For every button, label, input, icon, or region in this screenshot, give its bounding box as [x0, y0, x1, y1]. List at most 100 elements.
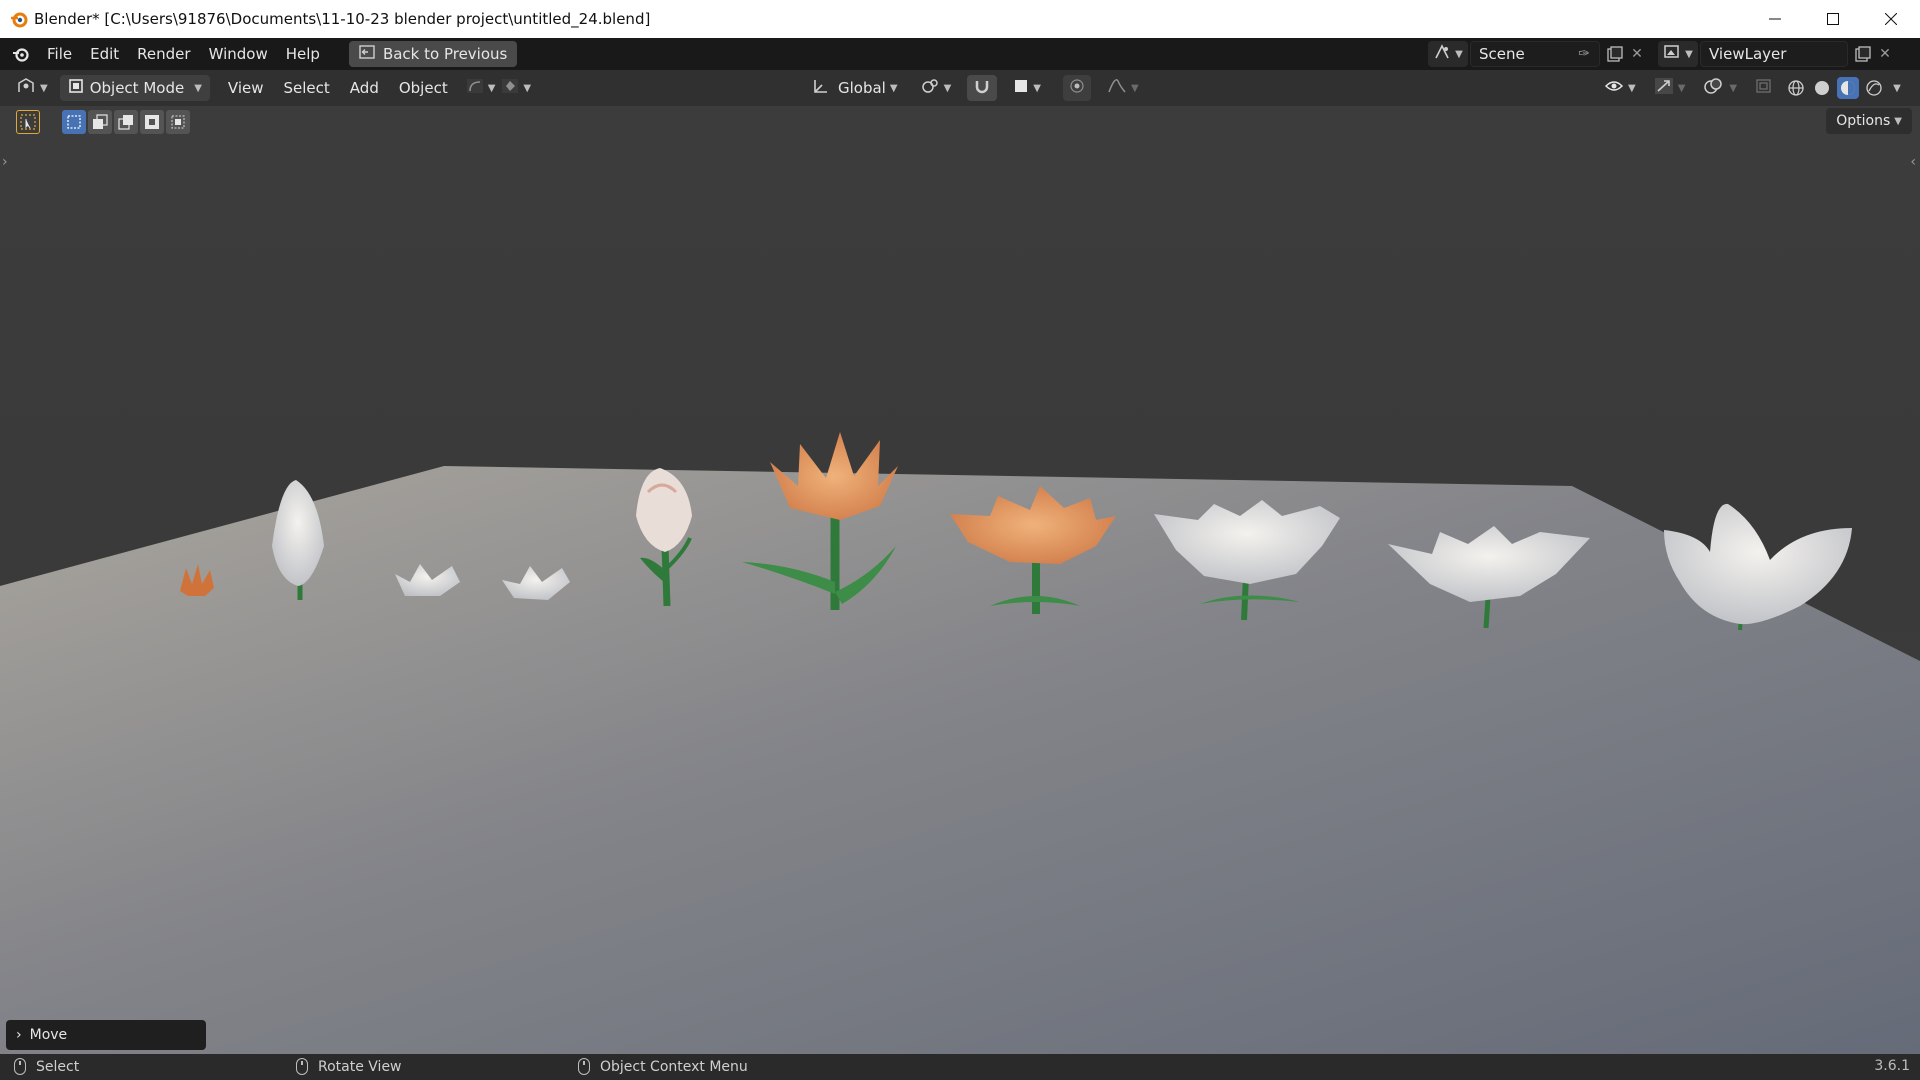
scene-render: [0, 432, 1920, 1054]
mesh-icon: [501, 78, 519, 98]
mode-selector[interactable]: Object Mode ▼: [59, 75, 210, 101]
chevron-down-icon: ▼: [889, 82, 898, 94]
options-label: Options: [1836, 113, 1891, 129]
menu-window[interactable]: Window: [200, 41, 277, 67]
eye-icon: [1604, 78, 1624, 98]
proportional-falloff-dropdown[interactable]: ▼: [1101, 75, 1145, 101]
viewport-header: ▼ Object Mode ▼ View Select Add Object ▼…: [0, 70, 1920, 106]
chevron-down-icon: ▼: [1130, 82, 1139, 94]
magnet-icon: [973, 77, 991, 99]
header-menu-add[interactable]: Add: [344, 75, 385, 101]
status-rotate: Rotate View: [296, 1058, 402, 1075]
new-view-layer-icon[interactable]: [1852, 43, 1874, 65]
proportional-edit-icon: [1069, 78, 1085, 98]
view-layer-icon: [1663, 44, 1681, 64]
last-operator-panel[interactable]: › Move: [6, 1020, 206, 1050]
menu-render[interactable]: Render: [128, 41, 199, 67]
view-layer-browse-button[interactable]: ▼: [1658, 41, 1698, 67]
maximize-button[interactable]: [1804, 0, 1862, 38]
header-menu-object[interactable]: Object: [393, 75, 454, 101]
gizmo-toggle[interactable]: ▼: [1648, 75, 1692, 101]
chevron-down-icon: ▼: [1677, 82, 1686, 94]
status-context: Object Context Menu: [578, 1058, 748, 1075]
blender-menu-icon[interactable]: [10, 43, 32, 65]
object-mode-icon: [68, 78, 84, 98]
transform-controls: Global ▼ ▼ ▼ ▼: [806, 75, 1145, 101]
chevron-right-icon: ›: [16, 1027, 22, 1043]
menu-file[interactable]: File: [38, 41, 81, 67]
editor-type-button[interactable]: ▼: [10, 75, 54, 101]
status-rotate-label: Rotate View: [318, 1058, 402, 1075]
scene-selector-group: ▼ Scene ✑ ✕ ▼ ViewLayer ✕: [1428, 41, 1896, 67]
overlays-toggle[interactable]: ▼: [1697, 75, 1743, 101]
minimize-button[interactable]: [1746, 0, 1804, 38]
last-operator-label: Move: [29, 1027, 68, 1043]
extend-selection-icon[interactable]: [88, 110, 112, 134]
chevron-down-icon[interactable]: ▼: [1893, 83, 1901, 94]
rendered-shading-icon[interactable]: [1863, 77, 1885, 99]
chevron-down-icon: ▼: [523, 82, 532, 94]
3d-viewport-icon: [16, 77, 36, 99]
status-select: Select: [14, 1058, 79, 1075]
view-layer-name-field[interactable]: ViewLayer: [1700, 41, 1848, 67]
material-preview-shading-icon[interactable]: [1837, 77, 1860, 99]
chevron-down-icon: ▼: [194, 82, 202, 94]
pivot-point-dropdown[interactable]: ▼: [914, 75, 958, 101]
xray-toggle[interactable]: [1749, 75, 1779, 101]
left-mouse-icon: [14, 1058, 26, 1075]
top-bar: File Edit Render Window Help Back to Pre…: [0, 38, 1920, 70]
close-window-button[interactable]: [1862, 0, 1920, 38]
back-to-previous-button[interactable]: Back to Previous: [348, 41, 518, 67]
middle-mouse-icon: [296, 1058, 308, 1075]
3d-viewport[interactable]: Options ▼ › ‹ › Move: [0, 106, 1920, 1054]
menu-edit[interactable]: Edit: [81, 41, 128, 67]
scene-browse-button[interactable]: ▼: [1428, 41, 1468, 67]
gizmo-icon: [1654, 77, 1674, 99]
toolbar-expand-icon[interactable]: ›: [2, 154, 8, 170]
wireframe-shading-icon[interactable]: [1785, 77, 1807, 99]
chevron-down-icon: ▼: [1628, 82, 1636, 94]
chevron-down-icon: ▼: [1033, 82, 1041, 94]
header-menu-select[interactable]: Select: [278, 75, 336, 101]
falloff-curve-icon: [1107, 78, 1127, 98]
snap-toggle[interactable]: [967, 75, 998, 101]
xray-icon: [1755, 78, 1773, 98]
options-dropdown[interactable]: Options ▼: [1826, 108, 1912, 134]
header-menu-view[interactable]: View: [222, 75, 270, 101]
snap-increment-icon: [1013, 78, 1029, 98]
status-context-label: Object Context Menu: [600, 1058, 748, 1075]
window-title: Blender* [C:\Users\91876\Documents\11-10…: [34, 10, 651, 28]
scene-name: Scene: [1479, 45, 1525, 63]
chevron-down-icon: ▼: [40, 82, 48, 94]
solid-shading-icon[interactable]: [1811, 77, 1833, 99]
delete-scene-icon[interactable]: ✕: [1626, 43, 1648, 65]
viewport-display-controls: ▼ ▼ ▼ ▼: [1598, 75, 1901, 101]
set-new-selection-icon[interactable]: [62, 110, 86, 134]
transform-affect-button[interactable]: ▼ ▼: [460, 75, 537, 101]
snap-target-dropdown[interactable]: ▼: [1007, 75, 1047, 101]
scene-name-field[interactable]: Scene ✑: [1470, 41, 1600, 67]
shading-modes: ▼: [1785, 77, 1901, 99]
subtract-selection-icon[interactable]: [114, 110, 138, 134]
orientation-axes-icon: [812, 77, 830, 99]
select-box-tool-icon[interactable]: [16, 110, 40, 134]
visibility-dropdown[interactable]: ▼: [1598, 75, 1642, 101]
chevron-down-icon: ▼: [1729, 82, 1738, 94]
transform-orientation-dropdown[interactable]: Global ▼: [806, 75, 904, 101]
chevron-down-icon: ▼: [943, 82, 952, 94]
proportional-editing-toggle[interactable]: [1062, 75, 1091, 101]
pin-icon[interactable]: ✑: [1573, 43, 1595, 65]
version-label: 3.6.1: [1874, 1058, 1910, 1074]
arc-icon: [466, 78, 484, 98]
chevron-down-icon: ▼: [1455, 48, 1463, 60]
invert-selection-icon[interactable]: [140, 110, 164, 134]
window-titlebar: Blender* [C:\Users\91876\Documents\11-10…: [0, 0, 1920, 38]
sidebar-expand-icon[interactable]: ‹: [1910, 154, 1916, 170]
intersect-selection-icon[interactable]: [166, 110, 190, 134]
chevron-down-icon: ▼: [1894, 115, 1902, 127]
transform-orientation-label: Global: [838, 79, 886, 97]
menu-help[interactable]: Help: [277, 41, 329, 67]
delete-view-layer-icon[interactable]: ✕: [1874, 43, 1896, 65]
mode-label: Object Mode: [89, 79, 185, 97]
new-scene-icon[interactable]: [1604, 43, 1626, 65]
